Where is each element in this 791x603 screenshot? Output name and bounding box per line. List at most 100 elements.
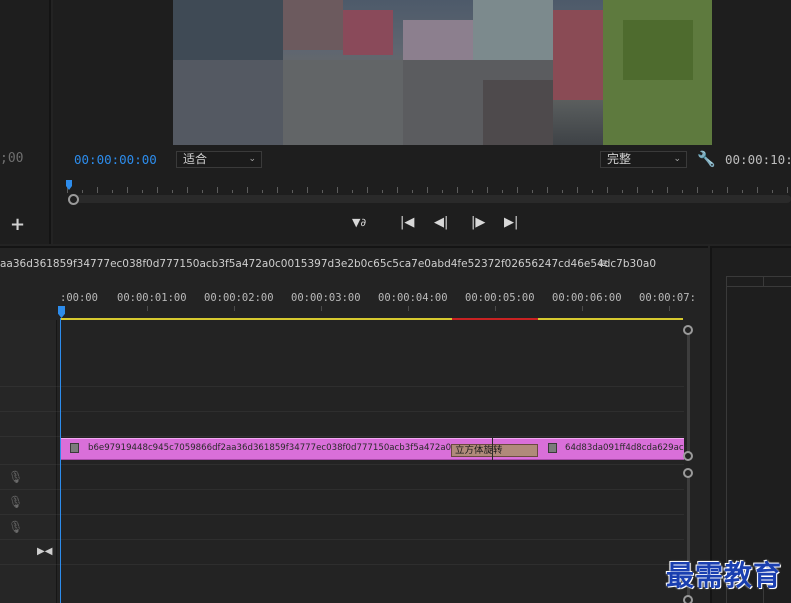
- track-header-v2: [0, 387, 57, 412]
- ruler-tick: [321, 306, 322, 311]
- timeline-playhead-line[interactable]: [60, 318, 61, 603]
- ruler-time-label: 00:00:05:00: [465, 292, 535, 304]
- go-to-in-icon: |◀: [400, 215, 415, 230]
- ruler-time-label: 00:00:06:00: [552, 292, 622, 304]
- add-marker-button[interactable]: ▼∂: [352, 214, 366, 232]
- ruler-tick: [727, 187, 728, 193]
- scrollbar-handle-bottom[interactable]: [683, 595, 693, 603]
- ruler-tick: [517, 187, 518, 193]
- ruler-tick: [637, 187, 638, 193]
- video-preview: [173, 0, 712, 145]
- ruler-tick: [562, 190, 563, 193]
- track-header-v1b: [0, 412, 57, 437]
- sequence-tab-title[interactable]: aa36d361859f34777ec038f0d777150acb3f5a47…: [0, 258, 656, 270]
- monitor-zoom-scrollbar[interactable]: [70, 195, 791, 203]
- ruler-tick: [757, 187, 758, 193]
- source-panel: ;00 +: [0, 0, 51, 244]
- monitor-time-ruler[interactable]: [67, 181, 791, 193]
- ruler-tick: [97, 187, 98, 193]
- audio-track-a2: [0, 490, 684, 515]
- fit-dropdown[interactable]: 适合 ⌄: [176, 151, 262, 168]
- ruler-tick: [172, 190, 173, 193]
- ruler-tick: [157, 187, 158, 193]
- meter-divider: [727, 286, 791, 287]
- bowtie-icon[interactable]: ▶◀: [37, 546, 52, 557]
- scrollbar-handle-top[interactable]: [683, 468, 693, 478]
- edit-point: [492, 438, 493, 460]
- ruler-tick: [82, 190, 83, 193]
- ruler-tick: [187, 187, 188, 193]
- go-to-out-button[interactable]: ▶|: [504, 214, 518, 232]
- ruler-time-label: :00:00: [60, 292, 98, 304]
- track-header-v1: [0, 437, 57, 465]
- ruler-tick: [577, 187, 578, 193]
- ruler-tick: [352, 190, 353, 193]
- audio-track-a1: [0, 465, 684, 490]
- ruler-tick: [472, 190, 473, 193]
- ruler-tick: [292, 190, 293, 193]
- go-to-in-button[interactable]: |◀: [400, 214, 414, 232]
- quality-dropdown[interactable]: 完整 ⌄: [600, 151, 687, 168]
- chevron-down-icon: ⌄: [248, 154, 256, 164]
- transition-block[interactable]: 立方体旋转: [451, 444, 538, 457]
- quality-dropdown-value: 完整: [607, 152, 632, 166]
- ruler-tick: [742, 190, 743, 193]
- ruler-tick: [487, 187, 488, 193]
- ruler-tick: [652, 190, 653, 193]
- chevron-down-icon: ⌄: [673, 154, 681, 164]
- watermark-logo: 最需教育: [666, 559, 783, 592]
- ruler-tick: [307, 187, 308, 193]
- microphone-icon[interactable]: 🎙: [8, 520, 23, 534]
- track-header-empty: [0, 565, 57, 603]
- source-timecode: ;00: [0, 151, 24, 166]
- ruler-tick: [442, 190, 443, 193]
- add-icon[interactable]: +: [10, 214, 25, 235]
- ruler-tick: [322, 190, 323, 193]
- ruler-tick: [457, 187, 458, 193]
- ruler-tick: [427, 187, 428, 193]
- video-track-v2: [0, 387, 684, 412]
- ruler-tick: [495, 306, 496, 311]
- clip-name: 64d83da091ff4d8cda629ace: [565, 443, 689, 453]
- ruler-tick: [592, 190, 593, 193]
- ruler-tick: [234, 306, 235, 311]
- track-header-a3: 🎙: [0, 515, 57, 540]
- microphone-icon[interactable]: 🎙: [8, 495, 23, 509]
- track-header-v3: [0, 320, 57, 387]
- empty-track-area: [0, 565, 684, 603]
- ruler-tick: [142, 190, 143, 193]
- monitor-zoom-handle[interactable]: [68, 194, 79, 205]
- step-back-button[interactable]: ◀|: [434, 214, 448, 232]
- timeline-ruler[interactable]: :00:00 00:00:01:00 00:00:02:00 00:00:03:00 0…: [60, 292, 696, 318]
- ruler-tick: [412, 190, 413, 193]
- video-clip[interactable]: b6e97919448c945c7059866df2aa36d361859f34…: [61, 438, 478, 460]
- marker-icon: ▼∂: [352, 216, 367, 229]
- ruler-tick: [382, 190, 383, 193]
- ruler-time-label: 00:00:04:00: [378, 292, 448, 304]
- panel-menu-icon[interactable]: ≡: [598, 256, 608, 270]
- ruler-tick: [408, 306, 409, 311]
- ruler-tick: [367, 187, 368, 193]
- ruler-time-label: 00:00:01:00: [117, 292, 187, 304]
- ruler-tick: [712, 190, 713, 193]
- ruler-time-label: 00:00:03:00: [291, 292, 361, 304]
- fx-badge-icon: [70, 443, 79, 453]
- wrench-icon[interactable]: 🔧: [697, 150, 716, 168]
- scrollbar-handle-bottom[interactable]: [683, 451, 693, 461]
- step-forward-button[interactable]: |▶: [471, 214, 485, 232]
- ruler-time-label: 00:00:02:00: [204, 292, 274, 304]
- ruler-tick: [787, 187, 788, 193]
- ruler-time-label: 00:00:07:: [639, 292, 696, 304]
- work-area-bar[interactable]: [61, 318, 683, 320]
- video-tracks-scrollbar[interactable]: [687, 330, 690, 456]
- microphone-icon[interactable]: 🎙: [8, 470, 23, 484]
- video-track-v1b: [0, 412, 684, 437]
- ruler-tick: [147, 306, 148, 311]
- video-clip[interactable]: 64d83da091ff4d8cda629ace: [538, 438, 689, 460]
- step-forward-icon: |▶: [471, 215, 486, 230]
- ruler-tick: [277, 187, 278, 193]
- ruler-tick: [772, 190, 773, 193]
- ruler-tick: [582, 306, 583, 311]
- scrollbar-handle-top[interactable]: [683, 325, 693, 335]
- current-timecode[interactable]: 00:00:00:00: [74, 152, 157, 167]
